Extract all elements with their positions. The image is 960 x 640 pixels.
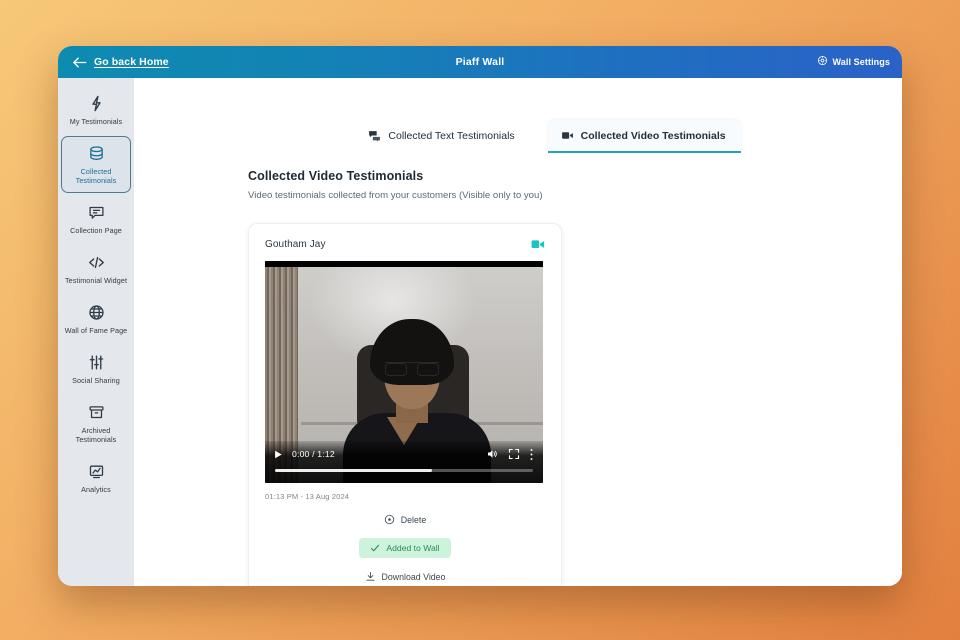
page-title: Collected Video Testimonials — [248, 169, 424, 183]
volume-icon[interactable] — [486, 448, 499, 460]
chart-icon — [88, 463, 105, 480]
sidebar-item-analytics[interactable]: Analytics — [61, 454, 131, 502]
sidebar-item-label: Wall of Fame Page — [64, 326, 128, 335]
sidebar: My Testimonials Collected Testimonials C… — [58, 78, 134, 586]
download-video-button[interactable]: Download Video — [365, 571, 446, 582]
main-content: Collected Text Testimonials Collected Vi… — [134, 78, 902, 586]
sidebar-item-wall-of-fame-page[interactable]: Wall of Fame Page — [61, 295, 131, 343]
sidebar-item-label: Collection Page — [70, 226, 122, 235]
video-buffered-indicator — [275, 469, 433, 472]
video-subject-glasses — [385, 362, 439, 376]
added-to-wall-button[interactable]: Added to Wall — [359, 538, 451, 558]
added-to-wall-label: Added to Wall — [386, 543, 440, 553]
sidebar-item-social-sharing[interactable]: Social Sharing — [61, 345, 131, 393]
tab-collected-video-testimonials[interactable]: Collected Video Testimonials — [547, 120, 741, 153]
wall-settings-label: Wall Settings — [832, 57, 890, 67]
card-actions: Delete Added to Wall Download Video — [265, 514, 545, 582]
sidebar-item-my-testimonials[interactable]: My Testimonials — [61, 86, 131, 134]
go-back-home-label: Go back Home — [94, 56, 169, 68]
remove-circle-icon — [384, 514, 395, 525]
testimonial-timestamp: 01:13 PM - 13 Aug 2024 — [265, 492, 350, 501]
go-back-home-button[interactable]: Go back Home — [72, 56, 169, 69]
sidebar-item-archived-testimonials[interactable]: Archived Testimonials — [61, 395, 131, 452]
wall-settings-button[interactable]: Wall Settings — [817, 53, 890, 71]
sidebar-item-collected-testimonials[interactable]: Collected Testimonials — [61, 136, 131, 193]
code-icon — [88, 254, 105, 271]
content-area: Collected Video Testimonials Video testi… — [134, 153, 902, 586]
sidebar-item-label: Collected Testimonials — [75, 167, 117, 185]
page-subtitle: Video testimonials collected from your c… — [248, 190, 543, 201]
kebab-menu-icon[interactable] — [529, 448, 534, 461]
video-progress-bar[interactable] — [275, 469, 533, 472]
database-icon — [88, 145, 105, 162]
fullscreen-icon[interactable] — [508, 448, 520, 460]
delete-label: Delete — [400, 514, 427, 525]
sidebar-item-label: Archived Testimonials — [75, 426, 117, 444]
lightning-icon — [88, 95, 105, 112]
tab-collected-text-testimonials[interactable]: Collected Text Testimonials — [355, 120, 529, 153]
globe-icon — [88, 304, 105, 321]
sidebar-item-label: Social Sharing — [72, 376, 120, 385]
video-letterbox — [265, 261, 543, 267]
tab-bar: Collected Text Testimonials Collected Vi… — [134, 78, 902, 153]
window-body: My Testimonials Collected Testimonials C… — [58, 78, 902, 586]
card-header: Goutham Jay — [265, 238, 545, 251]
window-title: Piaff Wall — [455, 56, 505, 68]
message-icon — [88, 204, 105, 221]
sidebar-item-collection-page[interactable]: Collection Page — [61, 195, 131, 243]
check-icon — [370, 543, 380, 553]
play-icon[interactable] — [273, 449, 283, 460]
gear-icon — [817, 53, 828, 71]
testimonial-author-name: Goutham Jay — [265, 239, 326, 250]
video-controls: 0:00 / 1:12 — [265, 441, 543, 483]
sidebar-item-testimonial-widget[interactable]: Testimonial Widget — [61, 245, 131, 293]
video-player[interactable]: 0:00 / 1:12 — [265, 261, 543, 483]
video-time-display: 0:00 / 1:12 — [292, 449, 335, 459]
delete-button[interactable]: Delete — [384, 514, 426, 525]
sidebar-item-label: Analytics — [81, 485, 111, 494]
sliders-icon — [88, 354, 105, 371]
testimonial-card: Goutham Jay 0:00 / 1:12 01:13 PM - 13 Au… — [248, 223, 562, 586]
download-icon — [365, 571, 376, 582]
download-label: Download Video — [381, 571, 446, 582]
video-camera-icon — [561, 129, 574, 142]
tab-label: Collected Text Testimonials — [388, 129, 515, 142]
sidebar-item-label: My Testimonials — [69, 117, 123, 126]
video-camera-icon — [531, 238, 545, 251]
arrow-left-icon — [72, 56, 87, 69]
app-window: Go back Home Piaff Wall Wall Settings My… — [58, 46, 902, 586]
video-subject-hair — [370, 319, 454, 385]
window-header: Go back Home Piaff Wall Wall Settings — [58, 46, 902, 78]
archive-icon — [88, 404, 105, 421]
sidebar-item-label: Testimonial Widget — [64, 276, 128, 285]
chat-bubbles-icon — [368, 129, 381, 142]
tab-label: Collected Video Testimonials — [580, 129, 726, 142]
